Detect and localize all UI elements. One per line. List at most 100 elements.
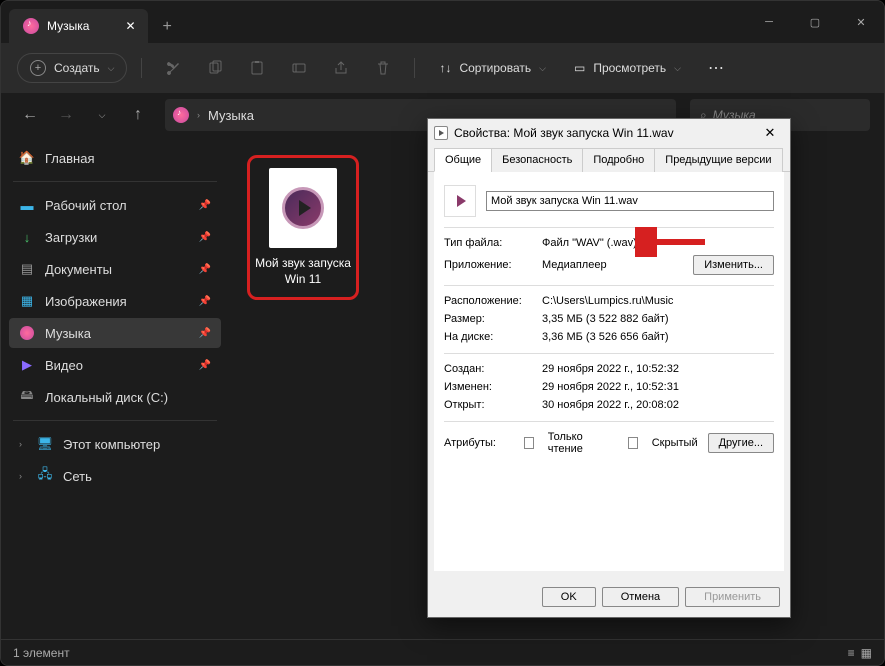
rename-button[interactable] bbox=[282, 51, 316, 85]
music-icon bbox=[23, 18, 39, 34]
file-name: Мой звук запуска Win 11 bbox=[254, 256, 352, 287]
readonly-checkbox[interactable] bbox=[524, 437, 534, 449]
more-button[interactable]: ⋯ bbox=[699, 51, 733, 85]
videos-icon: ▶ bbox=[19, 357, 35, 373]
copy-button[interactable] bbox=[198, 51, 232, 85]
sidebar-item-disk-c[interactable]: 🖴Локальный диск (C:) bbox=[9, 382, 221, 412]
size-label: Размер: bbox=[444, 313, 532, 325]
dialog-title: Свойства: Мой звук запуска Win 11.wav bbox=[454, 126, 674, 140]
list-view-button[interactable]: ≡ bbox=[848, 646, 855, 660]
status-bar: 1 элемент ≡ ▦ bbox=[1, 639, 884, 665]
music-icon bbox=[173, 107, 189, 123]
dialog-body: Тип файла:Файл "WAV" (.wav) Приложение:М… bbox=[434, 172, 784, 571]
file-icon bbox=[434, 126, 448, 140]
sidebar-item-home[interactable]: 🏠Главная bbox=[9, 143, 221, 173]
tab-previous-versions[interactable]: Предыдущие версии bbox=[654, 148, 782, 172]
sort-icon: ↑↓ bbox=[439, 61, 451, 75]
sidebar-item-network[interactable]: ›🖧Сеть bbox=[9, 461, 221, 491]
view-button[interactable]: ▭ Просмотреть ⌵ bbox=[564, 55, 691, 81]
chevron-down-icon: ⌵ bbox=[674, 63, 681, 74]
forward-button[interactable]: → bbox=[51, 100, 81, 130]
pin-icon: 📌 bbox=[199, 296, 211, 307]
documents-icon: ▤ bbox=[19, 261, 35, 277]
app-value: Медиаплеер bbox=[542, 259, 683, 271]
tab-details[interactable]: Подробно bbox=[582, 148, 655, 172]
app-label: Приложение: bbox=[444, 259, 532, 271]
ok-button[interactable]: OK bbox=[542, 587, 596, 607]
maximize-button[interactable]: ▢ bbox=[792, 1, 838, 43]
breadcrumb-folder: Музыка bbox=[208, 108, 254, 123]
pin-icon: 📌 bbox=[199, 200, 211, 211]
create-button[interactable]: + Создать ⌵ bbox=[17, 53, 127, 83]
sidebar-item-videos[interactable]: ▶Видео📌 bbox=[9, 350, 221, 380]
up-button[interactable]: ↑ bbox=[123, 100, 153, 130]
delete-button[interactable] bbox=[366, 51, 400, 85]
sidebar-label: Музыка bbox=[45, 326, 91, 341]
chevron-right-icon: › bbox=[197, 110, 200, 120]
minimize-button[interactable]: ─ bbox=[746, 1, 792, 43]
new-tab-button[interactable]: + bbox=[163, 18, 172, 36]
tab-music[interactable]: Музыка ✕ bbox=[9, 9, 148, 43]
window-controls: ─ ▢ ✕ bbox=[746, 1, 884, 43]
close-button[interactable]: ✕ bbox=[838, 1, 884, 43]
sidebar-label: Сеть bbox=[63, 469, 92, 484]
tab-general[interactable]: Общие bbox=[434, 148, 492, 172]
item-count: 1 элемент bbox=[13, 646, 70, 660]
sidebar-label: Видео bbox=[45, 358, 83, 373]
tab-security[interactable]: Безопасность bbox=[491, 148, 583, 172]
sort-button[interactable]: ↑↓ Сортировать ⌵ bbox=[429, 55, 556, 81]
home-icon: 🏠 bbox=[19, 150, 35, 166]
sidebar-item-this-pc[interactable]: ›🖥Этот компьютер bbox=[9, 429, 221, 459]
dialog-close-button[interactable]: ✕ bbox=[756, 122, 784, 144]
location-label: Расположение: bbox=[444, 295, 532, 307]
cut-button[interactable] bbox=[156, 51, 190, 85]
chevron-right-icon: › bbox=[19, 439, 27, 449]
ondisk-value: 3,36 МБ (3 526 656 байт) bbox=[542, 331, 774, 343]
sidebar-item-documents[interactable]: ▤Документы📌 bbox=[9, 254, 221, 284]
titlebar: Музыка ✕ + ─ ▢ ✕ bbox=[1, 1, 884, 43]
grid-view-button[interactable]: ▦ bbox=[861, 646, 872, 660]
modified-label: Изменен: bbox=[444, 381, 532, 393]
view-icon: ▭ bbox=[574, 61, 585, 75]
recent-chevron-icon[interactable]: ⌵ bbox=[87, 100, 117, 130]
pin-icon: 📌 bbox=[199, 328, 211, 339]
filename-input[interactable] bbox=[486, 191, 774, 211]
desktop-icon: ▬ bbox=[19, 197, 35, 213]
other-attributes-button[interactable]: Другие... bbox=[708, 433, 774, 453]
hidden-checkbox[interactable] bbox=[628, 437, 638, 449]
tab-strip: Общие Безопасность Подробно Предыдущие в… bbox=[428, 147, 790, 172]
file-type-icon bbox=[444, 185, 476, 217]
ondisk-label: На диске: bbox=[444, 331, 532, 343]
sidebar: 🏠Главная ▬Рабочий стол📌 ↓Загрузки📌 ▤Доку… bbox=[1, 137, 229, 639]
sidebar-item-pictures[interactable]: ▦Изображения📌 bbox=[9, 286, 221, 316]
sidebar-item-music[interactable]: Музыка 📌 bbox=[9, 318, 221, 348]
change-button[interactable]: Изменить... bbox=[693, 255, 774, 275]
paste-button[interactable] bbox=[240, 51, 274, 85]
dialog-titlebar[interactable]: Свойства: Мой звук запуска Win 11.wav ✕ bbox=[428, 119, 790, 147]
created-label: Создан: bbox=[444, 363, 532, 375]
chevron-down-icon: ⌵ bbox=[108, 63, 115, 74]
share-button[interactable] bbox=[324, 51, 358, 85]
chevron-down-icon: ⌵ bbox=[539, 63, 546, 74]
sidebar-item-downloads[interactable]: ↓Загрузки📌 bbox=[9, 222, 221, 252]
sidebar-label: Этот компьютер bbox=[63, 437, 160, 452]
properties-dialog: Свойства: Мой звук запуска Win 11.wav ✕ … bbox=[427, 118, 791, 618]
cancel-button[interactable]: Отмена bbox=[602, 587, 679, 607]
tab-close-button[interactable]: ✕ bbox=[125, 19, 135, 33]
plus-icon: + bbox=[30, 60, 46, 76]
create-label: Создать bbox=[54, 61, 100, 75]
back-button[interactable]: ← bbox=[15, 100, 45, 130]
hidden-label: Скрытый bbox=[652, 437, 698, 449]
readonly-label: Только чтение bbox=[548, 431, 606, 455]
tab-label: Музыка bbox=[47, 19, 89, 33]
sidebar-label: Изображения bbox=[45, 294, 127, 309]
pin-icon: 📌 bbox=[199, 264, 211, 275]
size-value: 3,35 МБ (3 522 882 байт) bbox=[542, 313, 774, 325]
sidebar-item-desktop[interactable]: ▬Рабочий стол📌 bbox=[9, 190, 221, 220]
opened-label: Открыт: bbox=[444, 399, 532, 411]
pin-icon: 📌 bbox=[199, 232, 211, 243]
disk-icon: 🖴 bbox=[19, 389, 35, 405]
file-item[interactable]: Мой звук запуска Win 11 bbox=[247, 155, 359, 300]
apply-button[interactable]: Применить bbox=[685, 587, 780, 607]
toolbar: + Создать ⌵ ↑↓ Сортировать ⌵ ▭ Просмотре… bbox=[1, 43, 884, 93]
